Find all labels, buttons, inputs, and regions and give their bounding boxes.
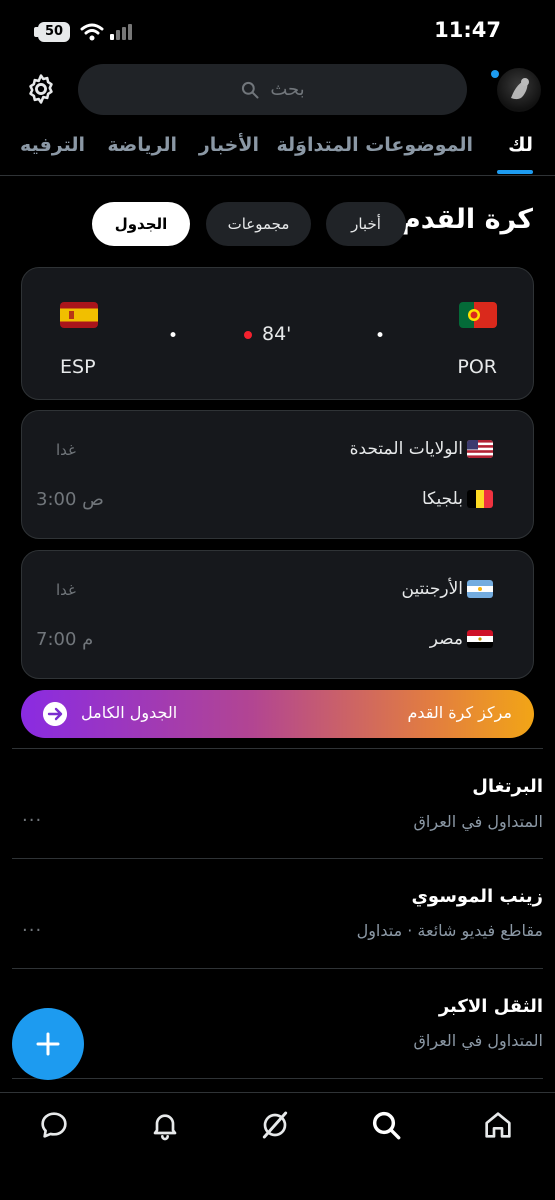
- messages-icon[interactable]: [38, 1109, 70, 1141]
- status-bar: 50 11:47: [0, 0, 555, 60]
- fixture-team-1: الأرجنتين: [402, 579, 493, 599]
- fixture-card[interactable]: الأرجنتين مصر غدا 7:00 م: [21, 550, 534, 679]
- home-team-code: POR: [457, 356, 497, 378]
- search-placeholder: بحث: [270, 79, 305, 100]
- signal-icon: [110, 24, 132, 40]
- tab-for-you[interactable]: لك: [508, 134, 533, 156]
- tab-sports[interactable]: الرياضة: [107, 134, 177, 156]
- divider: [12, 968, 543, 969]
- bottom-navigation: [0, 1092, 555, 1200]
- belgium-flag-icon: [467, 490, 493, 508]
- avatar-image: [511, 78, 529, 100]
- search-bar[interactable]: بحث: [78, 64, 467, 115]
- fixture-team-1: الولايات المتحدة: [350, 439, 493, 459]
- plus-icon: [36, 1032, 60, 1056]
- grok-icon[interactable]: [259, 1109, 291, 1141]
- trend-subtitle: المتداول في العراق: [413, 1031, 543, 1050]
- trend-subtitle: مقاطع فيديو شائعة · متداول: [356, 921, 543, 940]
- compose-button[interactable]: [12, 1008, 84, 1080]
- more-options-icon[interactable]: ···: [22, 810, 42, 831]
- divider: [12, 1078, 543, 1079]
- divider: [12, 748, 543, 749]
- active-tab-indicator: [497, 170, 533, 174]
- fixture-team-2: بلجيكا: [422, 489, 493, 509]
- live-indicator: [244, 331, 252, 339]
- away-team-code: ESP: [60, 356, 96, 378]
- chip-schedule[interactable]: الجدول: [92, 202, 190, 246]
- search-field[interactable]: بحث: [78, 64, 467, 115]
- trend-subtitle: المتداول في العراق: [413, 812, 543, 831]
- notification-dot: [491, 70, 499, 78]
- profile-avatar[interactable]: [497, 68, 541, 112]
- battery-tip: [34, 27, 38, 37]
- egypt-flag-icon: [467, 630, 493, 648]
- chip-news[interactable]: أخبار: [326, 202, 406, 246]
- divider: [12, 858, 543, 859]
- tab-news[interactable]: الأخبار: [199, 134, 259, 156]
- portugal-flag-icon: [459, 302, 497, 328]
- argentina-flag-icon: [467, 580, 493, 598]
- section-title: كرة القدم: [400, 204, 533, 235]
- spain-flag-icon: [60, 302, 98, 328]
- tab-entertainment[interactable]: الترفيه: [20, 134, 85, 156]
- match-minute: 84': [262, 323, 292, 345]
- home-icon[interactable]: [482, 1109, 514, 1141]
- team-name: الولايات المتحدة: [349, 439, 463, 459]
- more-options-icon[interactable]: ···: [22, 920, 42, 941]
- fixture-time: 3:00 ص: [36, 489, 104, 510]
- home-score: •: [374, 326, 385, 346]
- team-name: الأرجنتين: [401, 579, 463, 599]
- top-tabs: لك الموضوعات المتداوَلة الأخبار الرياضة …: [0, 130, 555, 176]
- settings-gear-icon[interactable]: [24, 72, 58, 106]
- usa-flag-icon: [467, 440, 493, 458]
- fixture-day: غدا: [56, 581, 76, 599]
- fixture-card[interactable]: الولايات المتحدة بلجيكا غدا 3:00 ص: [21, 410, 534, 539]
- trend-title: الثقل الاكبر: [438, 996, 543, 1017]
- fixture-team-2: مصر: [430, 629, 493, 649]
- battery-indicator: 50: [38, 22, 70, 42]
- fixture-time: 7:00 م: [36, 629, 94, 650]
- away-score: •: [168, 326, 179, 346]
- tab-trending[interactable]: الموضوعات المتداوَلة: [277, 134, 474, 156]
- wifi-icon: [80, 23, 104, 41]
- notifications-bell-icon[interactable]: [149, 1109, 181, 1141]
- trend-title: البرتغال: [472, 776, 543, 797]
- team-name: بلجيكا: [421, 489, 463, 509]
- status-time: 11:47: [434, 18, 501, 42]
- search-icon: [242, 81, 259, 98]
- live-match-card[interactable]: POR ESP • • 84': [21, 267, 534, 400]
- fixture-day: غدا: [56, 441, 76, 459]
- full-schedule-label: الجدول الكامل: [81, 703, 178, 722]
- arrow-right-icon: [43, 702, 67, 726]
- chip-groups[interactable]: مجموعات: [206, 202, 311, 246]
- football-hub-label: مركز كرة القدم: [407, 703, 512, 722]
- team-name: مصر: [429, 629, 463, 649]
- search-nav-icon[interactable]: [370, 1109, 402, 1141]
- football-hub-banner[interactable]: مركز كرة القدم الجدول الكامل: [21, 690, 534, 738]
- trend-title: زينب الموسوي: [411, 886, 543, 907]
